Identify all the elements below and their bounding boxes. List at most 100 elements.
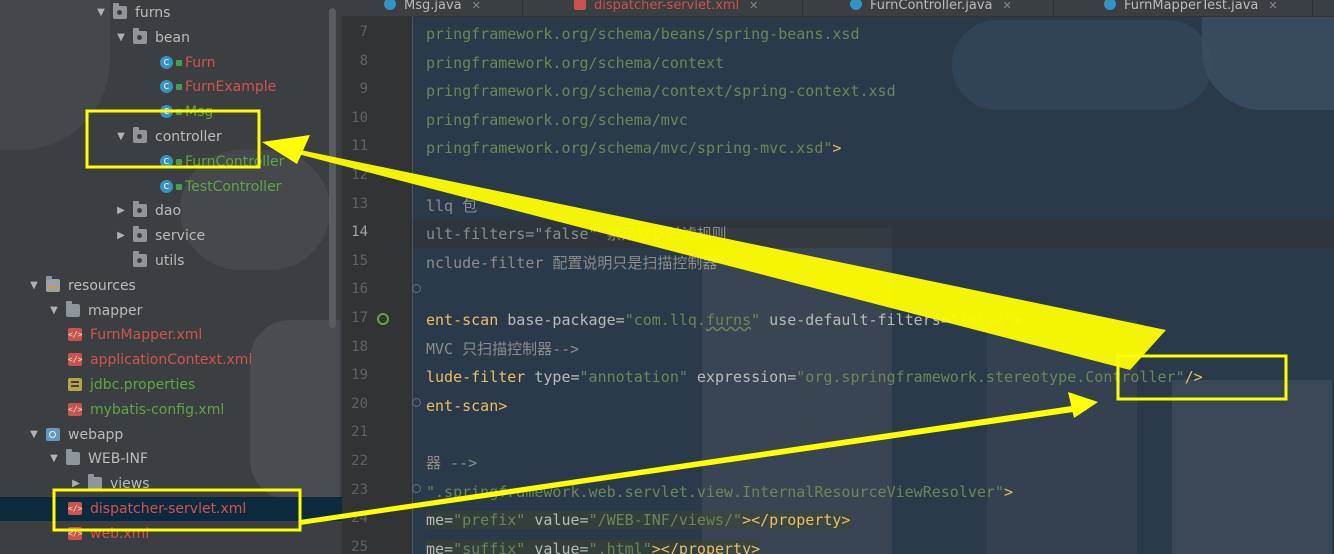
tree-item-label: Msg bbox=[185, 104, 214, 120]
tree-item[interactable]: mybatis-config.xml bbox=[0, 398, 342, 422]
find-usages-icon[interactable] bbox=[377, 313, 389, 325]
code-token: 器 --> bbox=[426, 454, 478, 472]
expand-arrow-icon[interactable]: ▼ bbox=[115, 125, 127, 149]
tree-item[interactable]: ▼ furns bbox=[0, 1, 342, 25]
tree-item[interactable]: FurnMapper.xml bbox=[0, 323, 342, 347]
java-class-icon bbox=[160, 74, 173, 98]
expand-arrow-icon[interactable]: ▼ bbox=[115, 26, 127, 50]
code-line[interactable]: ".springframework.web.servlet.view.Inter… bbox=[426, 482, 1013, 502]
expand-arrow-icon[interactable]: ▼ bbox=[95, 1, 107, 25]
code-token: lude-filter bbox=[426, 368, 526, 387]
close-tab-icon[interactable]: ✕ bbox=[749, 0, 758, 16]
expand-arrow-icon[interactable]: ▼ bbox=[48, 299, 60, 323]
code-line[interactable]: 器 --> bbox=[426, 453, 477, 473]
tree-item-label: bean bbox=[155, 30, 190, 46]
tree-item[interactable]: Furn bbox=[0, 50, 342, 75]
code-token: "annotation" bbox=[579, 368, 688, 387]
tree-item[interactable]: jdbc.properties bbox=[0, 373, 342, 397]
editor-tab[interactable]: Msg.java ✕ bbox=[384, 0, 481, 16]
tree-item[interactable]: utils bbox=[0, 249, 342, 273]
tree-item[interactable]: dispatcher-servlet.xml bbox=[0, 497, 342, 521]
tree-item[interactable]: ▼ mapper bbox=[0, 299, 342, 323]
code-editor[interactable]: Msg.java ✕ dispatcher-servlet.xml ✕ FurnCont… bbox=[342, 0, 1334, 554]
tree-item-label: controller bbox=[155, 129, 222, 145]
web-folder-icon bbox=[46, 428, 60, 441]
code-line[interactable]: pringframework.org/schema/context bbox=[426, 53, 724, 73]
access-modifier-icon bbox=[176, 60, 182, 66]
code-line[interactable]: pringframework.org/schema/mvc/spring-mvc… bbox=[426, 138, 841, 158]
tree-item[interactable]: ▼ resources bbox=[0, 274, 342, 298]
tab-divider bbox=[522, 0, 523, 16]
tree-item[interactable]: Msg bbox=[0, 99, 342, 124]
close-tab-icon[interactable]: ✕ bbox=[1002, 0, 1011, 16]
code-token: > bbox=[1013, 311, 1023, 329]
code-line[interactable]: pringframework.org/schema/beans/spring-b… bbox=[426, 24, 859, 44]
code-line[interactable]: nclude-filter 配置说明只是扫描控制器 bbox=[426, 253, 717, 273]
tree-item[interactable]: applicationContext.xml bbox=[0, 348, 342, 372]
close-tab-icon[interactable]: ✕ bbox=[1268, 0, 1277, 16]
code-line[interactable]: pringframework.org/schema/context/spring… bbox=[426, 81, 896, 101]
xml-file-icon bbox=[68, 497, 82, 521]
code-token: type= bbox=[525, 368, 580, 387]
tree-item[interactable]: ▶ views bbox=[0, 472, 342, 496]
tree-item[interactable]: ▶ dao bbox=[0, 199, 342, 223]
expand-arrow-icon[interactable]: ▼ bbox=[28, 274, 40, 298]
editor-tab[interactable]: FurnController.java ✕ bbox=[850, 0, 1012, 16]
code-token: me= bbox=[426, 539, 454, 554]
expand-arrow-icon[interactable]: ▼ bbox=[28, 423, 40, 447]
fold-marker-icon[interactable] bbox=[412, 284, 421, 293]
line-number: 15 bbox=[351, 252, 368, 269]
code-token: ent-scan> bbox=[426, 396, 508, 415]
java-class-icon bbox=[1104, 0, 1116, 10]
editor-tab-label: Msg.java bbox=[404, 0, 462, 13]
tree-item[interactable]: ▼ bean bbox=[0, 26, 342, 50]
tab-divider bbox=[802, 0, 803, 16]
code-token: MVC 只扫描控制器--> bbox=[426, 339, 580, 358]
access-modifier-icon bbox=[176, 184, 182, 190]
collapse-arrow-icon[interactable]: ▶ bbox=[70, 472, 82, 496]
java-class-icon bbox=[160, 149, 173, 173]
code-token: .springframework.web.servlet.view.Intern… bbox=[435, 482, 1004, 501]
line-number: 8 bbox=[359, 52, 368, 69]
editor-tab[interactable]: FurnMapperTest.java ✕ bbox=[1104, 0, 1278, 16]
java-class-icon bbox=[160, 174, 173, 198]
code-line[interactable]: MVC 只扫描控制器--> bbox=[426, 339, 579, 359]
code-line[interactable]: pringframework.org/schema/mvc bbox=[426, 110, 688, 130]
tree-item[interactable]: TestController bbox=[0, 174, 342, 199]
code-line[interactable]: lude-filter type="annotation" expression… bbox=[426, 367, 1203, 387]
expand-arrow-icon[interactable]: ▼ bbox=[48, 447, 60, 471]
code-token: pringframework.org/schema/mvc bbox=[426, 110, 688, 129]
tree-item[interactable]: FurnController bbox=[0, 149, 342, 174]
tree-item[interactable]: ▶ service bbox=[0, 224, 342, 248]
tree-item[interactable]: FurnExample bbox=[0, 74, 342, 99]
code-line[interactable]: ent-scan base-package="com.llq.furns" us… bbox=[426, 310, 1022, 330]
editor-tab-bar: Msg.java ✕ dispatcher-servlet.xml ✕ FurnCont… bbox=[342, 0, 1334, 17]
access-modifier-icon bbox=[176, 109, 182, 115]
xml-file-icon bbox=[68, 323, 82, 347]
line-number: 7 bbox=[359, 24, 368, 40]
tree-item[interactable]: web.xml bbox=[0, 522, 342, 546]
tree-item-label: TestController bbox=[185, 179, 282, 195]
folder-icon bbox=[66, 449, 80, 465]
code-line[interactable]: ult-filters="false" 禁用默认过滤规则 bbox=[426, 224, 727, 244]
xml-file-icon bbox=[68, 398, 82, 422]
fold-marker-icon[interactable] bbox=[412, 398, 421, 407]
package-icon bbox=[133, 226, 147, 242]
collapse-arrow-icon[interactable]: ▶ bbox=[115, 224, 127, 248]
code-token: ent-scan bbox=[426, 311, 499, 329]
collapse-arrow-icon[interactable]: ▶ bbox=[115, 199, 127, 223]
fold-marker-icon[interactable] bbox=[412, 484, 421, 493]
tree-item[interactable]: ▼ controller bbox=[0, 125, 342, 149]
tree-item[interactable]: ▼ WEB-INF bbox=[0, 447, 342, 471]
line-number: 21 bbox=[351, 424, 368, 441]
close-tab-icon[interactable]: ✕ bbox=[472, 0, 481, 16]
editor-tab[interactable]: dispatcher-servlet.xml ✕ bbox=[574, 0, 758, 16]
java-class-icon bbox=[384, 0, 396, 10]
code-line[interactable]: me="suffix" value=".html"></property> bbox=[426, 539, 761, 554]
tree-item[interactable]: ▼ webapp bbox=[0, 423, 342, 447]
code-line[interactable]: ent-scan> bbox=[426, 396, 507, 416]
code-line[interactable]: llq 包 bbox=[426, 196, 477, 216]
access-modifier-icon bbox=[176, 84, 182, 90]
code-line[interactable]: me="prefix" value="/WEB-INF/views/"></pr… bbox=[426, 510, 851, 530]
line-number: 14 bbox=[351, 224, 368, 241]
